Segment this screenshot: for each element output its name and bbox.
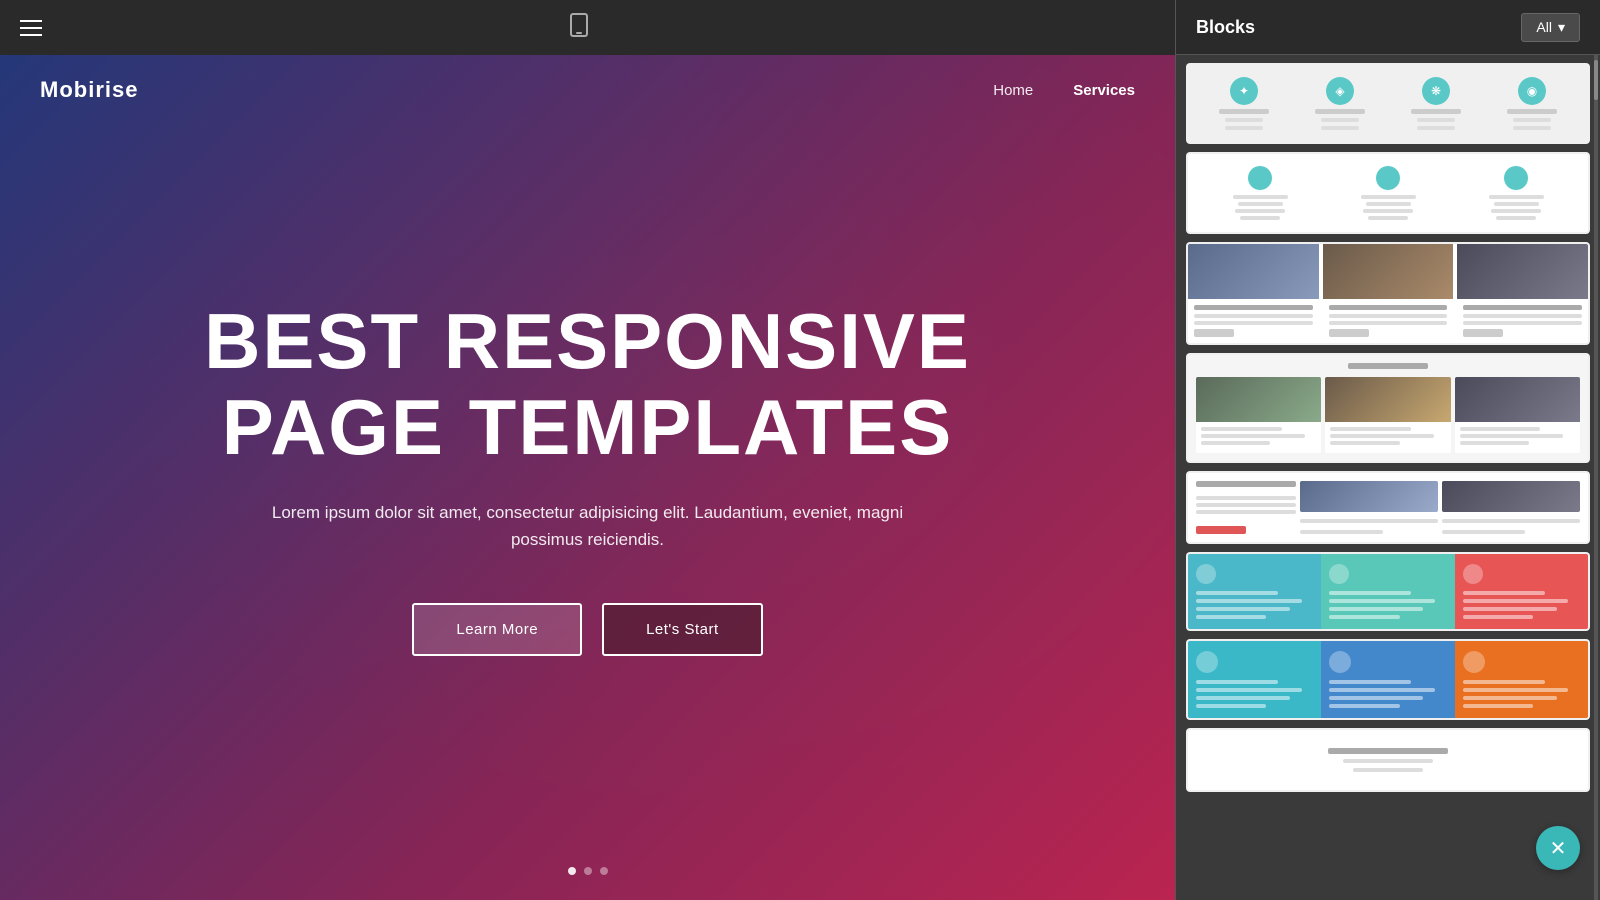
hero-content: BEST RESPONSIVE PAGE TEMPLATES Lorem ips… [0,55,1175,900]
blocks-filter-button[interactable]: All ▾ [1521,13,1580,42]
hero-subtitle: Lorem ipsum dolor sit amet, consectetur … [238,499,938,553]
slide-dot-1[interactable] [568,867,576,875]
hero-buttons: Learn More Let's Start [412,603,762,656]
lets-start-button[interactable]: Let's Start [602,603,763,656]
blocks-panel: Blocks All ▾ ✦ ◈ [1175,0,1600,900]
block-thumbnail-4[interactable] [1186,353,1590,463]
slide-dot-2[interactable] [584,867,592,875]
slide-dot-3[interactable] [600,867,608,875]
block-thumbnail-7[interactable] [1186,639,1590,720]
blocks-panel-title: Blocks [1196,17,1255,38]
hero-nav: Mobirise Home Services [0,55,1175,125]
nav-home[interactable]: Home [993,82,1033,99]
hero-section: Mobirise Home Services BEST RESPONSIVE P… [0,55,1175,900]
device-preview [562,9,596,46]
editor-area: Mobirise Home Services BEST RESPONSIVE P… [0,0,1175,900]
hero-title: BEST RESPONSIVE PAGE TEMPLATES [204,299,971,471]
nav-services[interactable]: Services [1073,82,1135,99]
blocks-panel-header: Blocks All ▾ [1176,0,1600,55]
canvas: Mobirise Home Services BEST RESPONSIVE P… [0,55,1175,900]
block-thumbnail-6[interactable] [1186,552,1590,631]
block-thumbnail-2[interactable] [1186,152,1590,234]
nav-links: Home Services [993,82,1135,99]
blocks-scroll-area[interactable]: ✦ ◈ ❋ ◉ [1176,55,1600,900]
block-thumbnail-3[interactable] [1186,242,1590,345]
site-logo: Mobirise [40,77,138,103]
top-toolbar [0,0,1175,55]
mobile-preview-button[interactable] [562,9,596,46]
block-thumbnail-5[interactable] [1186,471,1590,544]
close-button[interactable]: ✕ [1536,826,1580,870]
slide-indicators [568,867,608,875]
panel-scrollbar-thumb [1594,60,1598,100]
learn-more-button[interactable]: Learn More [412,603,582,656]
hamburger-icon[interactable] [20,20,42,36]
panel-scrollbar [1594,55,1598,900]
block-thumbnail-1[interactable]: ✦ ◈ ❋ ◉ [1186,63,1590,144]
block-thumbnail-8[interactable] [1186,728,1590,792]
